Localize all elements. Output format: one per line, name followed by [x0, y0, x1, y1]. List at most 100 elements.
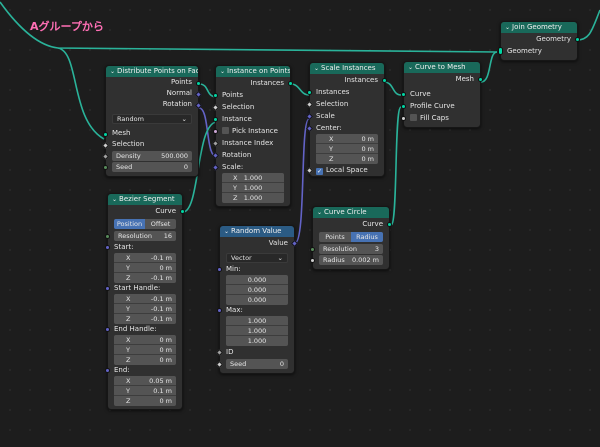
start-z-field[interactable]: Z -0.1 m [114, 273, 176, 283]
socket-min-in[interactable] [217, 267, 222, 272]
bezier-segment-node[interactable]: ⌄ Bezier Segment Curve Position Offset Res… [105, 193, 185, 410]
chevron-down-icon[interactable]: ⌄ [224, 228, 229, 235]
data-type-select[interactable]: Vector ⌄ [226, 253, 288, 263]
start-handle-y-field[interactable]: Y -0.1 m [114, 304, 176, 314]
node-header[interactable]: ⌄Distribute Points on Faces [106, 66, 198, 77]
socket-resolution-in[interactable] [310, 247, 315, 252]
socket-profile-in[interactable] [401, 104, 406, 109]
socket-geometry-in[interactable] [498, 47, 503, 55]
max-x-field[interactable]: 1.000 [226, 316, 288, 326]
socket-points-in[interactable] [213, 93, 218, 98]
fill-caps-checkbox[interactable]: Fill Caps [401, 112, 480, 124]
node-header[interactable]: ⌄ Random Value [220, 226, 294, 237]
start-y-field[interactable]: Y 0 m [114, 263, 176, 273]
start-handle-z-field[interactable]: Z -0.1 m [114, 314, 176, 324]
socket-resolution-in[interactable] [105, 234, 110, 239]
end-y-field[interactable]: Y 0.1 m [114, 386, 176, 396]
chevron-down-icon[interactable]: ⌄ [408, 64, 413, 71]
socket-label: Start: [114, 243, 134, 251]
chevron-down-icon[interactable]: ⌄ [112, 196, 117, 203]
socket-points-out[interactable] [196, 81, 201, 86]
end-handle-y-field[interactable]: Y 0 m [114, 345, 176, 355]
node-header[interactable]: ⌄ Instance on Points [216, 66, 290, 77]
local-space-checkbox[interactable]: ✓ Local Space [305, 164, 384, 176]
socket-mesh-in[interactable] [103, 132, 108, 137]
scale-z-field[interactable]: Z 1.000 [222, 193, 284, 203]
socket-pick-in[interactable] [213, 129, 218, 134]
min-z-field[interactable]: 0.000 [226, 295, 288, 305]
socket-mesh-out[interactable] [478, 77, 483, 82]
socket-instance-in[interactable] [213, 117, 218, 122]
mode-points-button[interactable]: Points [319, 232, 351, 242]
node-header[interactable]: ⌄ Scale Instances [310, 63, 384, 74]
checkbox-icon[interactable] [222, 127, 229, 134]
mode-radius-button[interactable]: Radius [351, 232, 383, 242]
end-handle-z-field[interactable]: Z 0 m [114, 355, 176, 365]
end-z-field[interactable]: Z 0 m [114, 396, 176, 406]
socket-max-in[interactable] [217, 308, 222, 313]
start-x-field[interactable]: X -0.1 m [114, 253, 176, 263]
socket-end-handle-in[interactable] [105, 327, 110, 332]
checkmark-icon[interactable]: ✓ [316, 168, 323, 175]
resolution-field[interactable]: Resolution 16 [114, 231, 176, 241]
node-header[interactable]: ⌄ Bezier Segment [108, 194, 182, 205]
socket-instances-out[interactable] [288, 81, 293, 86]
curve-to-mesh-node[interactable]: ⌄ Curve to Mesh Mesh Curve Profile Curve … [401, 61, 483, 128]
node-header[interactable]: ⌄ Curve Circle [313, 207, 389, 218]
chevron-down-icon[interactable]: ⌄ [314, 65, 319, 72]
axis-label: Y [233, 183, 237, 192]
distribute-mode-select[interactable]: Random ⌄ [112, 114, 192, 124]
center-z-field[interactable]: Z 0 m [316, 154, 378, 164]
density-field[interactable]: Density 500.000 [112, 151, 192, 161]
socket-label: Rotation [222, 151, 252, 159]
socket-seed-in[interactable] [103, 165, 108, 170]
center-x-field[interactable]: X 0 m [316, 134, 378, 144]
start-handle-x-field[interactable]: X -0.1 m [114, 294, 176, 304]
chevron-down-icon[interactable]: ⌄ [317, 209, 322, 216]
socket-instances-out[interactable] [382, 78, 387, 83]
chevron-down-icon[interactable]: ⌄ [505, 24, 510, 31]
seed-field[interactable]: Seed 0 [226, 359, 288, 369]
socket-geometry-out[interactable] [575, 37, 580, 42]
output-value: Value [220, 237, 299, 249]
seed-field[interactable]: Seed 0 [112, 162, 192, 172]
socket-curve-out[interactable] [387, 222, 392, 227]
pick-instance-checkbox[interactable]: Pick Instance [213, 125, 290, 137]
socket-instances-in[interactable] [307, 90, 312, 95]
node-header[interactable]: ⌄ Curve to Mesh [404, 62, 480, 73]
socket-end-in[interactable] [105, 368, 110, 373]
mode-offset-button[interactable]: Offset [145, 219, 176, 229]
resolution-field[interactable]: Resolution 3 [319, 244, 383, 254]
end-x-field[interactable]: X 0.05 m [114, 376, 176, 386]
radius-field[interactable]: Radius 0.002 m [319, 255, 383, 265]
min-x-field[interactable]: 0.000 [226, 275, 288, 285]
mode-position-button[interactable]: Position [114, 219, 145, 229]
curve-circle-node[interactable]: ⌄ Curve Circle Curve Points Radius Resolut… [310, 206, 392, 270]
end-handle-x-field[interactable]: X 0 m [114, 335, 176, 345]
chevron-down-icon[interactable]: ⌄ [110, 68, 115, 75]
field-value: 0 m [361, 134, 374, 143]
socket-start-handle-in[interactable] [105, 286, 110, 291]
instance-on-points-node[interactable]: ⌄ Instance on Points Instances Points Sel… [211, 65, 293, 207]
node-header[interactable]: ⌄ Join Geometry [501, 22, 577, 33]
join-geometry-node[interactable]: ⌄ Join Geometry Geometry Geometry [498, 21, 580, 61]
field-value: 0 m [159, 397, 172, 405]
scale-y-field[interactable]: Y 1.000 [222, 183, 284, 193]
max-y-field[interactable]: 1.000 [226, 326, 288, 336]
socket-curve-out[interactable] [180, 209, 185, 214]
socket-fill-caps-in[interactable] [401, 116, 406, 121]
checkbox-icon[interactable] [410, 114, 417, 121]
scale-instances-node[interactable]: ⌄ Scale Instances Instances Instances Sel… [305, 62, 387, 177]
random-value-node[interactable]: ⌄ Random Value Value Vector ⌄ Min: 0.000 0… [215, 225, 299, 374]
min-y-field[interactable]: 0.000 [226, 285, 288, 295]
socket-curve-in[interactable] [401, 92, 406, 97]
distribute-points-node[interactable]: ⌄Distribute Points on Faces Points Norma… [101, 65, 203, 177]
center-y-field[interactable]: Y 0 m [316, 144, 378, 154]
max-z-field[interactable]: 1.000 [226, 336, 288, 346]
chevron-down-icon[interactable]: ⌄ [220, 68, 225, 75]
socket-start-in[interactable] [105, 245, 110, 250]
socket-radius-in[interactable] [310, 258, 315, 263]
scale-x-field[interactable]: X 1.000 [222, 173, 284, 183]
input-selection: Selection [305, 98, 384, 110]
